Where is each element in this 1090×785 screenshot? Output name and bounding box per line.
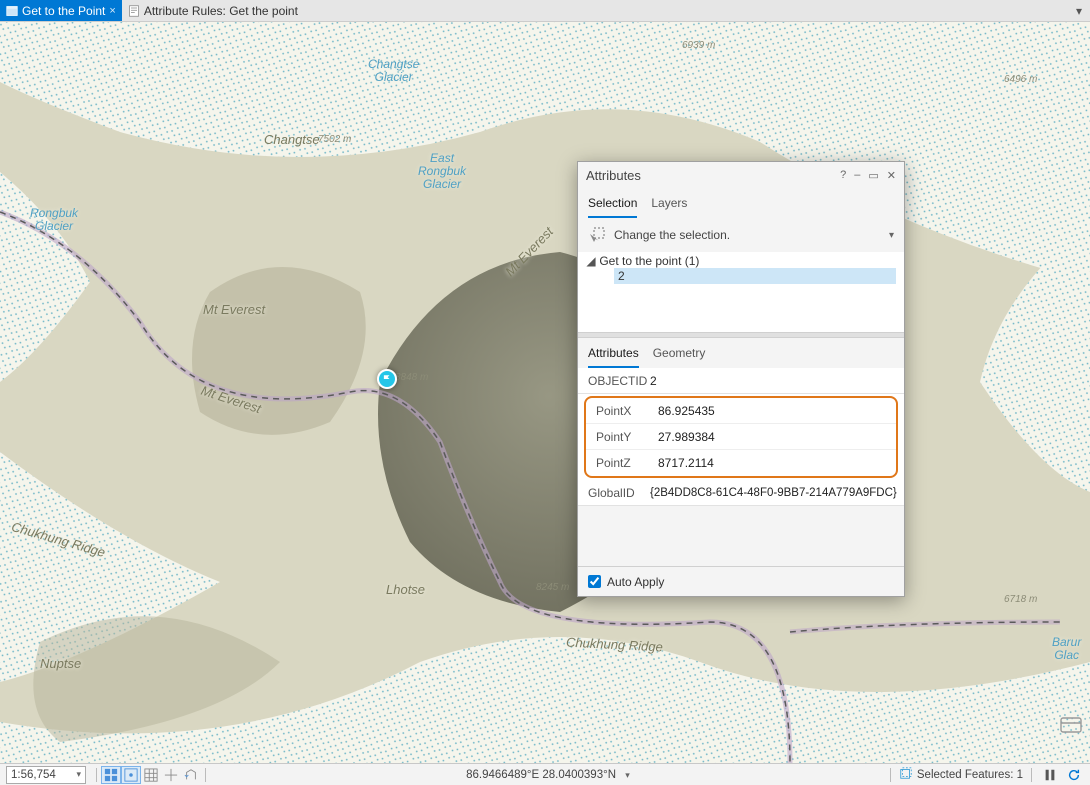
highlighted-point-fields: PointX 86.925435 PointY 27.989384 PointZ… <box>584 396 898 478</box>
change-selection-row[interactable]: Change the selection. ▾ <box>578 218 904 252</box>
attr-row-objectid[interactable]: OBJECTID 2 <box>578 368 904 394</box>
rules-icon <box>128 5 140 17</box>
auto-apply-label: Auto Apply <box>607 575 664 589</box>
selected-features-label: Selected Features: 1 <box>917 769 1023 781</box>
tree-caret-icon[interactable]: ◢ <box>586 254 596 268</box>
map-view[interactable]: Changtse Glacier East Rongbuk Glacier Ro… <box>0 22 1090 763</box>
tree-layer-label: Get to the point (1) <box>599 254 699 268</box>
selected-features-icon[interactable] <box>899 766 913 783</box>
close-panel-icon[interactable]: ✕ <box>887 169 896 182</box>
map-view-icon <box>6 5 18 17</box>
close-icon[interactable]: × <box>109 5 115 17</box>
tabbar-overflow-button[interactable]: ▾ <box>1068 0 1090 21</box>
attributes-grid: OBJECTID 2 PointX 86.925435 PointY 27.98… <box>578 368 904 506</box>
map-scale-value: 1:56,754 <box>11 769 56 781</box>
help-icon[interactable]: ? <box>840 169 846 182</box>
selection-tree: ◢ Get to the point (1) 2 <box>578 252 904 332</box>
attributes-panel-titlebar[interactable]: Attributes ? – ▭ ✕ <box>578 162 904 188</box>
feature-marker[interactable] <box>377 369 397 389</box>
change-selection-label: Change the selection. <box>614 228 730 242</box>
tab-attribute-rules-label: Attribute Rules: Get the point <box>144 4 298 18</box>
attribute-table-toggle[interactable] <box>1058 713 1084 735</box>
tab-map-view[interactable]: Get to the Point × <box>0 0 122 21</box>
attributes-top-tabs: Selection Layers <box>578 188 904 218</box>
chevron-down-icon[interactable]: ▾ <box>76 769 81 780</box>
pause-drawing-button[interactable] <box>1040 766 1060 784</box>
attr-row-pointz[interactable]: PointZ 8717.2114 <box>586 450 896 476</box>
attributes-panel: Attributes ? – ▭ ✕ Selection Layers Chan… <box>577 161 905 597</box>
tab-layers[interactable]: Layers <box>651 192 687 218</box>
tree-feature-node[interactable]: 2 <box>614 268 896 284</box>
tree-layer-node[interactable]: ◢ Get to the point (1) <box>586 254 896 268</box>
tab-map-view-label: Get to the Point <box>22 4 105 18</box>
selection-tool-icon <box>588 226 606 244</box>
attributes-panel-title: Attributes <box>586 168 840 183</box>
correction-button[interactable] <box>161 766 181 784</box>
minimize-icon[interactable]: – <box>854 169 860 182</box>
grid-button[interactable] <box>141 766 161 784</box>
auto-apply-checkbox[interactable] <box>588 575 601 588</box>
status-bar: 1:56,754 ▾ 86.9466489°E 28.0400393°N ▾ S… <box>0 763 1090 785</box>
map-scale-input[interactable]: 1:56,754 ▾ <box>6 766 86 784</box>
chevron-down-icon[interactable]: ▾ <box>889 230 894 241</box>
view-tabbar: Get to the Point × Attribute Rules: Get … <box>0 0 1090 22</box>
attributes-sub-tabs: Attributes Geometry <box>578 338 904 368</box>
refresh-button[interactable] <box>1064 766 1084 784</box>
attr-row-pointy[interactable]: PointY 27.989384 <box>586 424 896 450</box>
attr-row-pointx[interactable]: PointX 86.925435 <box>586 398 896 424</box>
tab-selection[interactable]: Selection <box>588 192 637 218</box>
constraints-button[interactable] <box>121 766 141 784</box>
auto-apply-row: Auto Apply <box>578 566 904 596</box>
subtab-attributes[interactable]: Attributes <box>588 342 639 368</box>
maximize-icon[interactable]: ▭ <box>868 169 878 182</box>
snapping-button[interactable] <box>101 766 121 784</box>
cursor-coordinates: 86.9466489°E 28.0400393°N <box>466 769 616 781</box>
subtab-geometry[interactable]: Geometry <box>653 342 706 368</box>
tab-attribute-rules[interactable]: Attribute Rules: Get the point <box>122 0 304 21</box>
inference-button[interactable] <box>181 766 201 784</box>
attr-row-globalid[interactable]: GlobalID {2B4DD8C8-61C4-48F0-9BB7-214A77… <box>578 480 904 506</box>
coord-format-dropdown[interactable]: ▾ <box>625 770 630 780</box>
